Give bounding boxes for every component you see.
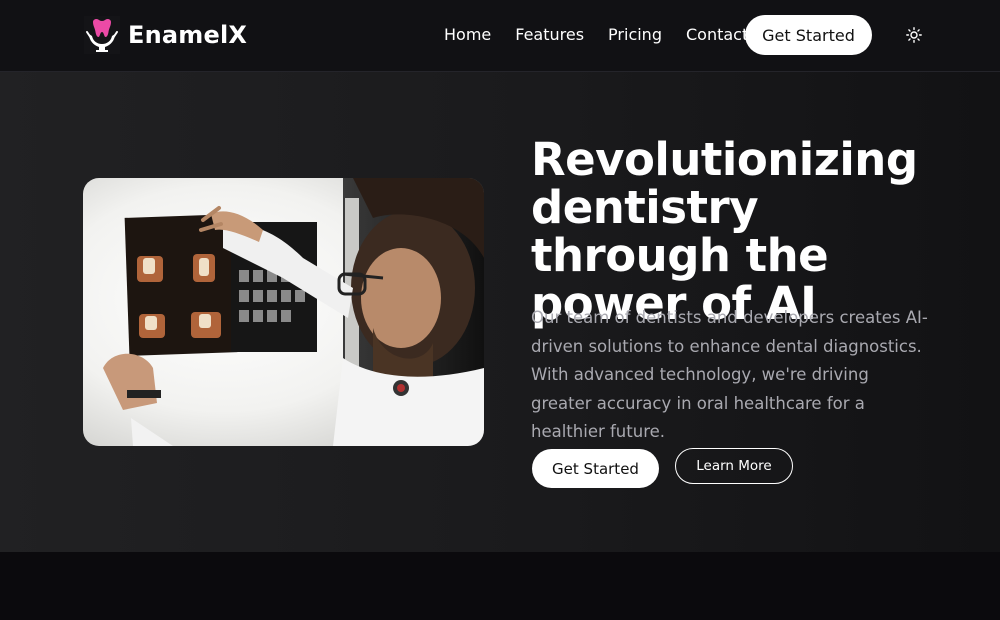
navbar: EnamelX Home Features Pricing Contact Ge… xyxy=(0,0,1000,72)
sun-icon xyxy=(906,27,922,43)
hero-section: Revolutionizing dentistry through the po… xyxy=(0,72,1000,552)
brand-name: EnamelX xyxy=(128,21,248,49)
nav-link-features[interactable]: Features xyxy=(515,24,584,46)
nav-link-home[interactable]: Home xyxy=(444,24,491,46)
nav-link-pricing[interactable]: Pricing xyxy=(608,24,662,46)
dentist-xray-photo xyxy=(83,178,484,446)
hero-title: Revolutionizing dentistry through the po… xyxy=(531,133,918,330)
nav-links: Home Features Pricing Contact xyxy=(444,24,772,46)
tooth-hands-icon xyxy=(84,16,120,54)
learn-more-button[interactable]: Learn More xyxy=(675,448,793,484)
theme-toggle-button[interactable] xyxy=(903,24,925,46)
hero-description: Our team of dentists and developers crea… xyxy=(531,308,928,441)
get-started-nav-button[interactable]: Get Started xyxy=(745,15,872,55)
next-section xyxy=(0,552,1000,620)
nav-link-contact[interactable]: Contact xyxy=(686,24,748,46)
get-started-button[interactable]: Get Started xyxy=(532,449,659,488)
brand[interactable]: EnamelX xyxy=(84,16,247,54)
